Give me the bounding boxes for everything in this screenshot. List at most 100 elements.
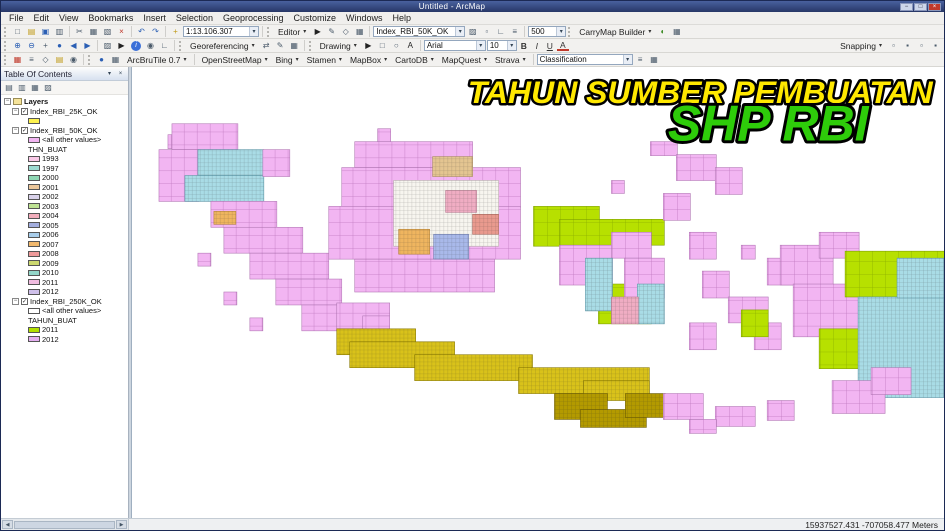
measure-icon[interactable]: ∟ xyxy=(158,40,171,52)
scroll-right-icon[interactable]: ▶ xyxy=(116,520,127,529)
basemap-mapbox-menu[interactable]: MapBox ▾ xyxy=(346,54,391,66)
legend-class-row[interactable]: 2010 xyxy=(4,268,128,278)
open-icon[interactable]: ▤ xyxy=(25,26,38,38)
legend-class-row[interactable]: 2007 xyxy=(4,240,128,250)
legend-class-row[interactable]: 1997 xyxy=(4,164,128,174)
georeferencing-menu[interactable]: Georeferencing ▾ xyxy=(186,40,259,52)
sketch-tool-icon[interactable]: ✎ xyxy=(325,26,338,38)
font-color-icon[interactable]: A xyxy=(556,40,569,51)
legend-field-row[interactable]: TAHUN_BUAT xyxy=(4,316,128,326)
legend-class-row[interactable]: 2000 xyxy=(4,173,128,183)
snap-edge-icon[interactable]: ▪ xyxy=(929,40,942,52)
search-icon[interactable]: ◉ xyxy=(67,54,80,66)
basemap-stamen-menu[interactable]: Stamen ▾ xyxy=(303,54,346,66)
basemap-openstreetmap-menu[interactable]: OpenStreetMap ▾ xyxy=(198,54,272,66)
toc-pin-icon[interactable]: ▾ xyxy=(105,69,114,78)
georef-links-icon[interactable]: ✎ xyxy=(274,40,287,52)
font-size-combo[interactable]: 10 ▾ xyxy=(486,40,517,51)
editor-menu[interactable]: Editor ▾ xyxy=(274,26,310,38)
menu-selection[interactable]: Selection xyxy=(171,12,218,24)
bold-button[interactable]: B xyxy=(518,40,530,52)
legend-class-row[interactable]: 2004 xyxy=(4,211,128,221)
collapse-icon[interactable]: − xyxy=(4,98,11,106)
basemap-mapquest-menu[interactable]: MapQuest ▾ xyxy=(438,54,491,66)
dropdown-arrow-icon[interactable]: ▾ xyxy=(475,41,485,50)
italic-button[interactable]: I xyxy=(531,40,543,52)
snap-point-icon[interactable]: ▫ xyxy=(887,40,900,52)
basemap-cartodb-menu[interactable]: CartoDB ▾ xyxy=(391,54,438,66)
toc-layer-row[interactable]: − ✓ Index_RBI_25K_OK xyxy=(4,107,128,117)
draw-circle-icon[interactable]: ○ xyxy=(390,40,403,52)
next-extent-icon[interactable]: ▶ xyxy=(81,40,94,52)
legend-class-row[interactable]: <all other values> xyxy=(4,306,128,316)
map-scale-combo[interactable]: 1:13.106.307 ▾ xyxy=(183,26,259,37)
legend-class-row[interactable]: 2005 xyxy=(4,221,128,231)
find-icon[interactable]: ◉ xyxy=(144,40,157,52)
modelbuilder-icon[interactable]: ◇ xyxy=(39,54,52,66)
scroll-thumb[interactable] xyxy=(14,520,115,529)
list-by-selection-icon[interactable]: ▨ xyxy=(42,82,54,94)
legend-class-row[interactable]: 2008 xyxy=(4,249,128,259)
legend-menu-icon[interactable]: ≡ xyxy=(634,54,647,66)
target-layer-combo[interactable]: Index_RBI_50K_OK ▾ xyxy=(373,26,466,37)
collapse-icon[interactable]: − xyxy=(12,107,19,115)
layer-visibility-checkbox[interactable]: ✓ xyxy=(21,297,28,305)
snap-vertex-icon[interactable]: ▫ xyxy=(915,40,928,52)
maximize-button[interactable]: □ xyxy=(914,2,927,11)
legend-class-row[interactable]: 1993 xyxy=(4,154,128,164)
dropdown-arrow-icon[interactable]: ▾ xyxy=(556,27,566,36)
sketch-properties-icon[interactable]: ≡ xyxy=(508,26,521,38)
toc-horizontal-scrollbar[interactable]: ◀ ▶ xyxy=(1,519,129,530)
toolbar-grip[interactable] xyxy=(4,54,7,65)
legend-class-row[interactable]: 2009 xyxy=(4,259,128,269)
legend-class-row[interactable]: 2001 xyxy=(4,183,128,193)
collapse-icon[interactable]: − xyxy=(12,126,19,134)
carrymap-settings-icon[interactable]: ▦ xyxy=(670,26,683,38)
menu-help[interactable]: Help xyxy=(388,12,417,24)
menu-customize[interactable]: Customize xyxy=(289,12,342,24)
arcbrutile-globe-icon[interactable]: ● xyxy=(95,54,108,66)
tile-layer-icon[interactable]: ▦ xyxy=(109,54,122,66)
full-extent-icon[interactable]: ● xyxy=(53,40,66,52)
legend-class-row[interactable]: 2011 xyxy=(4,325,128,335)
toc-layer-row[interactable]: − ✓ Index_RBI_250K_OK xyxy=(4,297,128,307)
menu-geoprocessing[interactable]: Geoprocessing xyxy=(218,12,289,24)
add-data-icon[interactable]: + xyxy=(169,26,182,38)
toolbar-grip[interactable] xyxy=(308,40,312,51)
menu-bookmarks[interactable]: Bookmarks xyxy=(83,12,138,24)
save-icon[interactable]: ▣ xyxy=(39,26,52,38)
legend-class-row[interactable]: 2011 xyxy=(4,278,128,288)
dropdown-arrow-icon[interactable]: ▾ xyxy=(249,27,258,36)
toc-layer-row[interactable]: − ✓ Index_RBI_50K_OK xyxy=(4,126,128,136)
delete-icon[interactable]: × xyxy=(115,26,128,38)
close-button[interactable]: × xyxy=(928,2,941,11)
copy-icon[interactable]: ▦ xyxy=(87,26,100,38)
trace-tool-icon[interactable]: ∟ xyxy=(494,26,507,38)
title-bar[interactable]: Untitled - ArcMap − □ × xyxy=(1,1,944,12)
layer-visibility-checkbox[interactable]: ✓ xyxy=(21,126,28,134)
georef-swap-icon[interactable]: ⇄ xyxy=(260,40,273,52)
draw-text-icon[interactable]: A xyxy=(404,40,417,52)
paste-icon[interactable]: ▧ xyxy=(101,26,114,38)
basemap-bing-menu[interactable]: Bing ▾ xyxy=(272,54,303,66)
undo-icon[interactable]: ↶ xyxy=(135,26,148,38)
classification-combo[interactable]: Classification ▾ xyxy=(536,54,633,65)
minimize-button[interactable]: − xyxy=(900,2,913,11)
legend-class-row[interactable]: 2003 xyxy=(4,202,128,212)
edit-tool-icon[interactable]: ▶ xyxy=(311,26,324,38)
catalog-icon[interactable]: ▤ xyxy=(53,54,66,66)
draw-select-icon[interactable]: ▶ xyxy=(362,40,375,52)
zoom-out-icon[interactable]: ⊖ xyxy=(25,40,38,52)
legend-field-row[interactable]: THN_BUAT xyxy=(4,145,128,155)
carrymap-export-icon[interactable]: ◐ xyxy=(656,26,669,38)
underline-button[interactable]: U xyxy=(544,40,556,52)
legend-class-row[interactable]: 2002 xyxy=(4,192,128,202)
edit-vertices-icon[interactable]: ◇ xyxy=(339,26,352,38)
print-icon[interactable]: ▥ xyxy=(53,26,66,38)
menu-windows[interactable]: Windows xyxy=(341,12,388,24)
menu-file[interactable]: File xyxy=(4,12,29,24)
georef-table-icon[interactable]: ▦ xyxy=(288,40,301,52)
cut-icon[interactable]: ✂ xyxy=(73,26,86,38)
draw-rectangle-icon[interactable]: □ xyxy=(376,40,389,52)
carrymap-menu[interactable]: CarryMap Builder ▾ xyxy=(575,26,655,38)
